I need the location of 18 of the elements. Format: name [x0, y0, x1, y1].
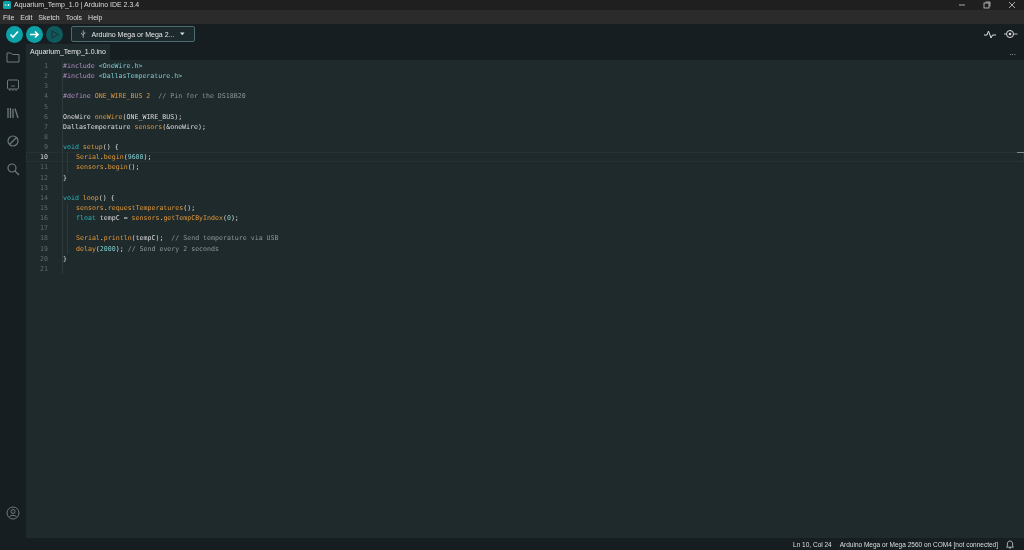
verify-button[interactable] [6, 25, 23, 43]
serial-monitor-icon[interactable] [1004, 29, 1018, 39]
usb-icon [81, 29, 86, 39]
upload-button[interactable] [26, 25, 43, 43]
app-icon [3, 1, 11, 9]
folder-icon[interactable] [6, 50, 20, 64]
minimize-icon[interactable] [958, 1, 966, 9]
board-icon[interactable] [6, 78, 20, 92]
library-icon[interactable] [6, 106, 20, 120]
search-icon[interactable] [6, 162, 20, 176]
no-entry-icon[interactable] [6, 134, 20, 148]
more-button[interactable]: ... [1009, 47, 1024, 57]
serial-plotter-icon[interactable] [984, 29, 996, 39]
close-icon[interactable] [1008, 1, 1016, 9]
bell-icon[interactable] [1006, 539, 1014, 549]
caret-icon [180, 32, 185, 36]
account-icon[interactable] [6, 506, 20, 520]
restore-icon[interactable] [983, 1, 991, 9]
